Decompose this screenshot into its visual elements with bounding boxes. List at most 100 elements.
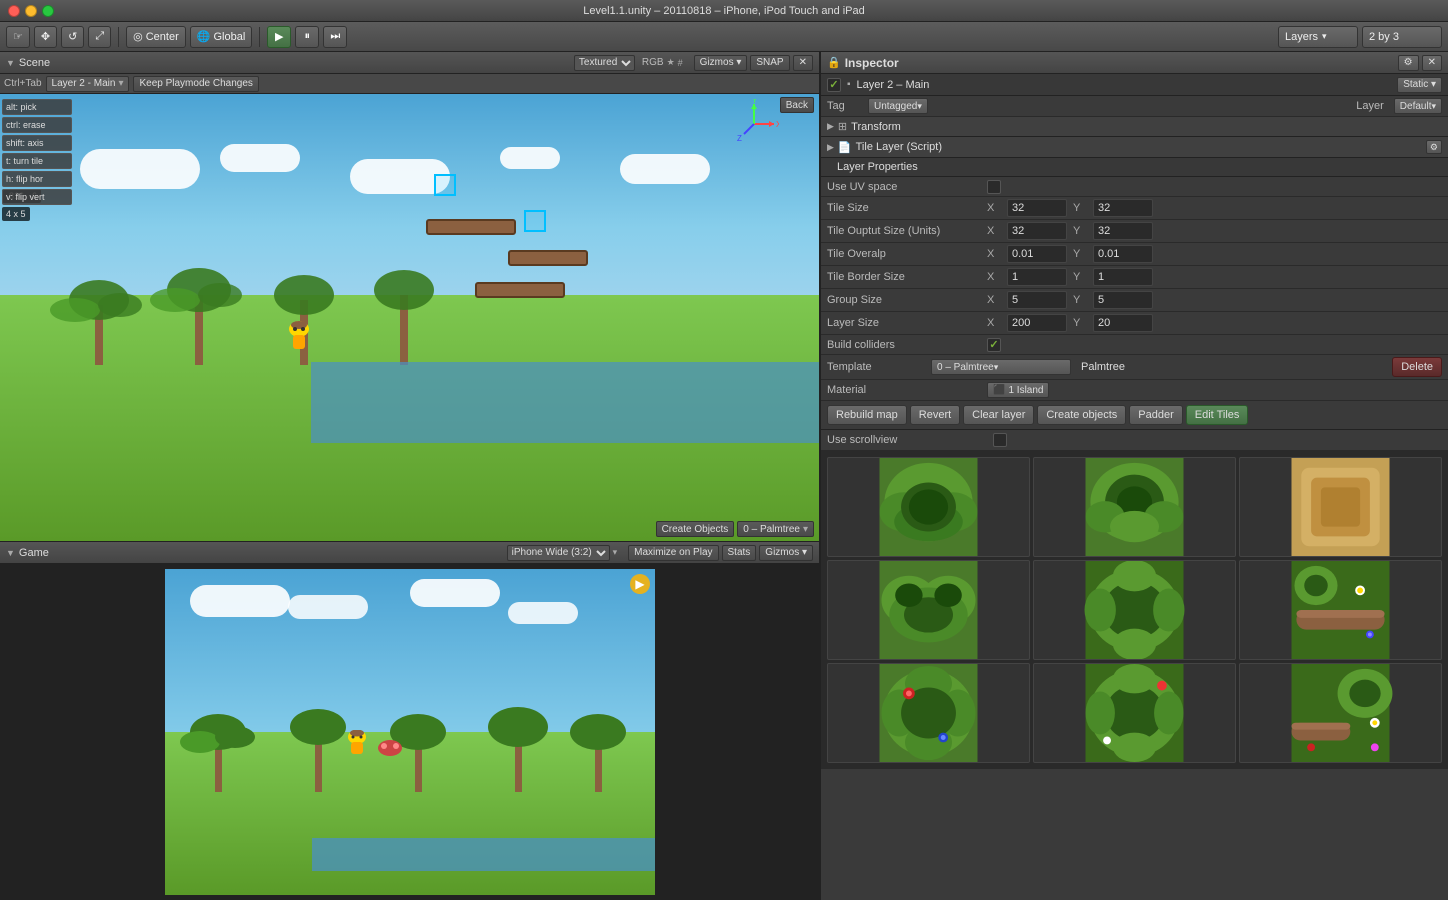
shift-axis-btn[interactable]: shift: axis: [2, 135, 72, 151]
layer-enabled-checkbox[interactable]: [827, 78, 841, 92]
maximize-on-play-button[interactable]: Maximize on Play: [628, 545, 718, 561]
action-buttons-row: Rebuild map Revert Clear layer Create ob…: [821, 401, 1448, 430]
back-button[interactable]: Back: [780, 97, 814, 113]
view-mode-select[interactable]: Textured: [574, 55, 635, 71]
tile-sand-1[interactable]: [1239, 457, 1442, 557]
layer-dropdown[interactable]: Default: [1394, 98, 1442, 114]
create-objects-btn[interactable]: Create Objects: [656, 521, 735, 537]
close-button[interactable]: [8, 5, 20, 17]
tile-layer-section-header[interactable]: ▶ 📄 Tile Layer (Script) ⚙: [821, 137, 1448, 158]
v-flip-vert-btn[interactable]: v: flip vert: [2, 189, 72, 205]
play-button[interactable]: ▶: [267, 26, 291, 48]
by-dropdown[interactable]: 2 by 3: [1362, 26, 1442, 48]
tag-label: Tag: [827, 100, 862, 112]
h-flip-hor-btn[interactable]: h: flip hor: [2, 171, 72, 187]
tile-dirt-log[interactable]: [1239, 560, 1442, 660]
tile-bush-ring-3[interactable]: [1033, 663, 1236, 763]
use-uv-label: Use UV space: [827, 181, 987, 193]
transform-section-header[interactable]: ▶ ⊞ Transform: [821, 117, 1448, 137]
maximize-button[interactable]: [42, 5, 54, 17]
use-uv-checkbox[interactable]: [987, 180, 1001, 194]
move-tool-button[interactable]: ✥: [34, 26, 57, 48]
main-character: [287, 321, 311, 353]
ctrl-erase-btn[interactable]: ctrl: erase: [2, 117, 72, 133]
tile-bush-ring-2[interactable]: [1033, 560, 1236, 660]
scene-close-button[interactable]: ✕: [793, 55, 813, 71]
inspector-header: 🔒 Inspector ⚙ ✕: [821, 52, 1448, 74]
scene-canvas[interactable]: X Y Z -816, -6 4 x 5 alt: pick: [0, 94, 819, 541]
alt-pick-btn[interactable]: alt: pick: [2, 99, 72, 115]
tile-border-x-input[interactable]: [1007, 268, 1067, 286]
hand-tool-button[interactable]: ☞: [6, 26, 30, 48]
layer-name-display: Layer 2 – Main: [857, 79, 930, 91]
layer-tab-arrow: ▾: [118, 78, 123, 89]
layer-icon: ▪: [847, 79, 851, 90]
tile-size-y-input[interactable]: [1093, 199, 1153, 217]
layer-properties-header[interactable]: Layer Properties: [821, 158, 1448, 177]
template-dropdown[interactable]: 0 – Palmtree: [931, 359, 1071, 375]
static-dropdown[interactable]: Static ▾: [1397, 77, 1442, 93]
padder-button[interactable]: Padder: [1129, 405, 1182, 425]
layer-size-x-input[interactable]: [1007, 314, 1067, 332]
create-objects-inspector-button[interactable]: Create objects: [1037, 405, 1126, 425]
platform-3: [475, 282, 565, 298]
inspector-close-button[interactable]: ✕: [1422, 55, 1442, 71]
tile-output-y-input[interactable]: [1093, 222, 1153, 240]
center-button[interactable]: ◎ Center: [126, 26, 186, 48]
rebuild-map-button[interactable]: Rebuild map: [827, 405, 907, 425]
layer-size-y-input[interactable]: [1093, 314, 1153, 332]
t-turn-tile-btn[interactable]: t: turn tile: [2, 153, 72, 169]
palmtree-select[interactable]: 0 – Palmtree ▾: [737, 521, 814, 537]
material-label: Material: [827, 384, 987, 396]
tile-bush-1[interactable]: [827, 457, 1030, 557]
gizmos-button[interactable]: Gizmos ▾: [694, 55, 748, 71]
tile-output-x-input[interactable]: [1007, 222, 1067, 240]
step-button[interactable]: ⏭: [323, 26, 347, 48]
edit-tiles-button[interactable]: Edit Tiles: [1186, 405, 1249, 425]
scene-panel-title: Scene: [19, 57, 50, 69]
tile-border-y-label: Y: [1073, 271, 1087, 283]
inspector-lock-icon: 🔒: [827, 56, 841, 69]
layer-tab-selector[interactable]: Layer 2 - Main ▾: [46, 76, 130, 92]
game-play-indicator: ▶: [630, 574, 650, 594]
tag-dropdown[interactable]: Untagged: [868, 98, 928, 114]
selected-tile: [524, 210, 546, 232]
tile-bush-2[interactable]: [827, 560, 1030, 660]
clear-layer-button[interactable]: Clear layer: [963, 405, 1034, 425]
tile-bush-ring-1[interactable]: [1033, 457, 1236, 557]
center-icon: ◎: [133, 30, 143, 43]
material-display[interactable]: ⬛ 1 Island: [987, 382, 1049, 398]
tile-size-label: Tile Size: [827, 202, 987, 214]
scale-tool-button[interactable]: ⤢: [88, 26, 111, 48]
game-gizmos-button[interactable]: Gizmos ▾: [759, 545, 813, 561]
tile-output-y-label: Y: [1073, 225, 1087, 237]
pause-button[interactable]: ⏸: [295, 26, 319, 48]
tile-overlap-y-input[interactable]: [1093, 245, 1153, 263]
group-size-x-input[interactable]: [1007, 291, 1067, 309]
minimize-button[interactable]: [25, 5, 37, 17]
group-size-y-input[interactable]: [1093, 291, 1153, 309]
game-ground: [165, 732, 655, 895]
inspector-settings-button[interactable]: ⚙: [1398, 55, 1419, 71]
stats-button[interactable]: Stats: [722, 545, 757, 561]
template-extra-label: Palmtree: [1081, 361, 1125, 373]
tile-size-x-input[interactable]: [1007, 199, 1067, 217]
delete-button[interactable]: Delete: [1392, 357, 1442, 377]
svg-text:Z: Z: [737, 134, 742, 143]
tile-palette: [821, 451, 1448, 769]
tile-border-y-input[interactable]: [1093, 268, 1153, 286]
resolution-select[interactable]: iPhone Wide (3:2): [507, 545, 610, 561]
tile-bush-flowers[interactable]: [827, 663, 1030, 763]
build-colliders-checkbox[interactable]: [987, 338, 1001, 352]
tile-overlap-x-input[interactable]: [1007, 245, 1067, 263]
tile-layer-settings-btn[interactable]: ⚙: [1426, 140, 1442, 154]
keep-playmode-button[interactable]: Keep Playmode Changes: [133, 76, 258, 92]
layers-dropdown[interactable]: Layers: [1278, 26, 1358, 48]
snap-button[interactable]: SNAP: [750, 55, 789, 71]
revert-button[interactable]: Revert: [910, 405, 960, 425]
use-uv-row: Use UV space: [821, 177, 1448, 197]
tile-mixed-3[interactable]: [1239, 663, 1442, 763]
rotate-tool-button[interactable]: ↺: [61, 26, 84, 48]
global-button[interactable]: 🌐 Global: [190, 26, 253, 48]
use-scrollview-checkbox[interactable]: [993, 433, 1007, 447]
